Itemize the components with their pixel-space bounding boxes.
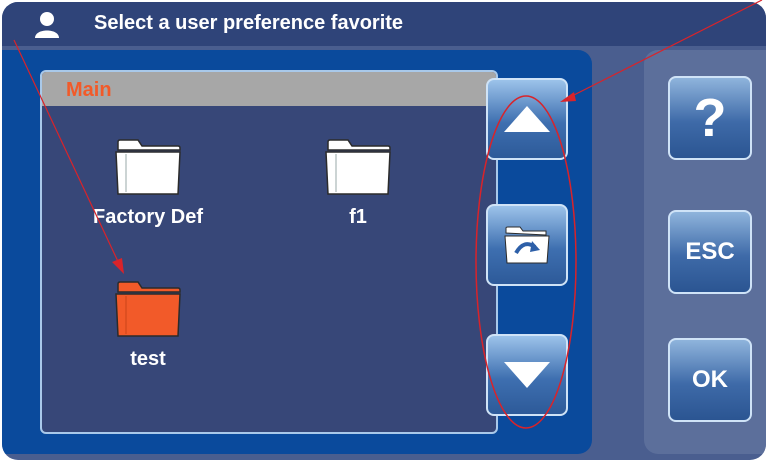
- folder-open-icon: [504, 226, 550, 264]
- scroll-up-button[interactable]: [486, 78, 568, 160]
- folder-path-header: Main: [42, 72, 496, 106]
- user-icon: [35, 12, 59, 38]
- scroll-down-button[interactable]: [486, 334, 568, 416]
- open-folder-button[interactable]: [486, 204, 568, 286]
- folder-label: f1: [349, 206, 367, 228]
- folder-icon: [325, 139, 391, 195]
- help-button[interactable]: ?: [668, 76, 752, 160]
- folder-browser: Main Factory Def f1 test: [40, 70, 498, 434]
- folder-item-factory-def[interactable]: Factory Def: [88, 138, 208, 229]
- triangle-down-icon: [504, 362, 550, 388]
- current-folder-label: Main: [66, 79, 112, 101]
- folder-icon: [115, 139, 181, 195]
- esc-button[interactable]: ESC: [668, 210, 752, 294]
- folder-item-f1[interactable]: f1: [298, 138, 418, 229]
- folder-selected-icon: [115, 281, 181, 337]
- folder-label: test: [130, 348, 166, 370]
- folder-label: Factory Def: [92, 206, 204, 228]
- triangle-up-icon: [504, 106, 550, 132]
- ok-button[interactable]: OK: [668, 338, 752, 422]
- title-bar: Select a user preference favorite: [2, 2, 766, 46]
- folder-item-test[interactable]: test: [88, 280, 208, 371]
- page-title: Select a user preference favorite: [94, 12, 404, 34]
